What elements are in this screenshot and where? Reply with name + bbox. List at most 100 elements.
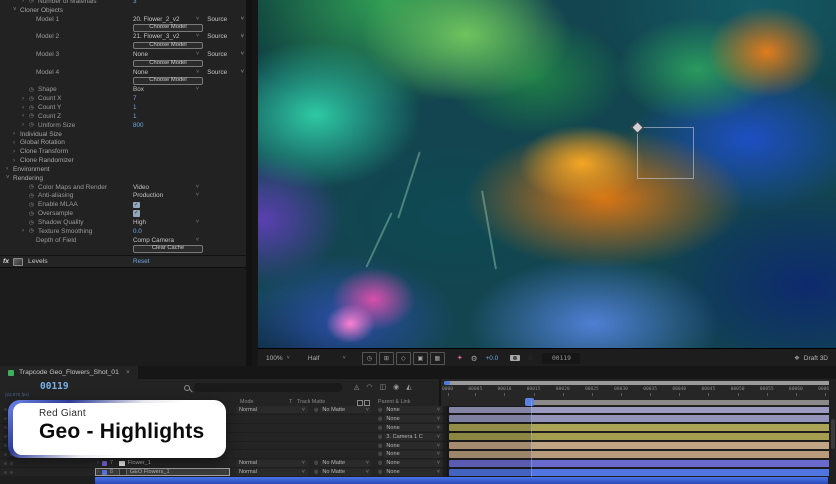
chevron-down-icon[interactable] bbox=[241, 34, 244, 40]
pickwhip-icon[interactable] bbox=[314, 460, 318, 466]
twirl-icon[interactable]: › bbox=[22, 105, 29, 111]
effect-row[interactable]: Color Maps and Render Video Video Video bbox=[0, 183, 246, 192]
lock-icon[interactable] bbox=[10, 471, 13, 474]
time-navigator-handle[interactable] bbox=[444, 381, 450, 385]
eye-icon[interactable] bbox=[4, 462, 7, 465]
property-value[interactable]: 3 bbox=[133, 0, 137, 5]
3d-view-axis-icon[interactable] bbox=[457, 354, 463, 362]
choose-model-button[interactable]: Choose Model bbox=[133, 42, 203, 49]
property-dropdown[interactable]: Video bbox=[133, 184, 199, 191]
effect-row[interactable]: Depth of Field Comp Camera Comp Camera C… bbox=[0, 236, 246, 245]
chevron-down-icon[interactable] bbox=[241, 69, 244, 75]
stopwatch-icon[interactable] bbox=[29, 87, 38, 93]
effect-row[interactable]: Model 4 None None Source None bbox=[0, 68, 246, 77]
snapshot-camera-icon[interactable] bbox=[510, 355, 520, 362]
track-matte-column-header[interactable]: Track Matte bbox=[297, 399, 325, 405]
parent-link-cell[interactable]: 3. Camera 1 C bbox=[378, 433, 442, 440]
preview-frame-field[interactable]: 00119 bbox=[542, 353, 580, 364]
chevron-down-icon[interactable] bbox=[241, 51, 244, 57]
layer-name-cell[interactable]: 8 GEO Flowers_1 bbox=[95, 468, 230, 476]
property-value[interactable]: 1 bbox=[133, 113, 137, 120]
twirl-icon[interactable]: › bbox=[22, 113, 29, 119]
effect-row[interactable]: › Count X 7 7 7 bbox=[0, 94, 246, 103]
pickwhip-icon[interactable] bbox=[378, 451, 382, 457]
twirl-icon[interactable]: › bbox=[13, 140, 20, 146]
resolution-dropdown[interactable]: Half bbox=[308, 355, 346, 362]
selected-layer-bar[interactable] bbox=[95, 477, 828, 484]
effect-row[interactable]: Clear Cache Clear Cache Clear Cache bbox=[0, 245, 246, 254]
pickwhip-icon[interactable] bbox=[378, 443, 382, 449]
effect-row[interactable]: › Uniform Size 800 800 800 bbox=[0, 121, 246, 130]
mode-column-header[interactable]: Mode bbox=[240, 399, 254, 405]
mode-dropdown[interactable]: Normal bbox=[236, 460, 308, 467]
effect-row[interactable]: ˅ Rendering bbox=[0, 174, 246, 183]
twirl-icon[interactable]: › bbox=[22, 0, 29, 4]
parent-link-cell[interactable]: None bbox=[378, 415, 442, 422]
source-dropdown[interactable]: Source bbox=[207, 51, 244, 58]
parent-dropdown[interactable]: 3. Camera 1 C bbox=[384, 433, 442, 440]
shy-layers-icon[interactable] bbox=[366, 383, 372, 391]
pickwhip-icon[interactable] bbox=[378, 425, 382, 431]
parent-link-cell[interactable]: None bbox=[378, 424, 442, 431]
time-navigator-bar[interactable] bbox=[444, 381, 830, 385]
property-dropdown[interactable]: Production bbox=[133, 192, 199, 199]
stopwatch-icon[interactable] bbox=[29, 193, 38, 199]
source-dropdown[interactable]: Source bbox=[207, 33, 244, 40]
eye-icon[interactable] bbox=[4, 426, 7, 429]
work-area-bar[interactable] bbox=[531, 400, 832, 405]
effect-row[interactable]: › Environment bbox=[0, 165, 246, 174]
effect-row[interactable]: › Individual Size bbox=[0, 130, 246, 139]
property-value[interactable]: 7 bbox=[133, 95, 137, 102]
composition-viewport[interactable] bbox=[258, 0, 836, 348]
eye-icon[interactable] bbox=[4, 471, 7, 474]
stopwatch-icon[interactable] bbox=[29, 113, 38, 119]
choose-model-button[interactable]: Choose Model bbox=[133, 24, 203, 31]
eye-icon[interactable] bbox=[4, 408, 7, 411]
parent-link-cell[interactable]: None bbox=[378, 460, 442, 467]
current-time-field[interactable]: 00119 bbox=[40, 381, 69, 392]
track-matte-dropdown[interactable]: No Matte bbox=[320, 469, 371, 476]
mask-visibility-icon[interactable] bbox=[396, 352, 411, 365]
parent-link-cell[interactable]: None bbox=[378, 406, 442, 413]
parent-link-column-header[interactable]: Parent & Link bbox=[378, 399, 410, 405]
selection-rectangle[interactable] bbox=[637, 127, 694, 179]
choose-model-button[interactable]: Choose Model bbox=[133, 77, 203, 84]
parent-dropdown[interactable]: None bbox=[384, 442, 442, 449]
transparency-grid-icon[interactable] bbox=[430, 352, 445, 365]
effect-row[interactable]: Choose Model Choose Model Choose Model bbox=[0, 77, 246, 86]
layer-name-cell[interactable]: 7 Flower_1 bbox=[95, 459, 230, 467]
effect-row[interactable]: Choose Model Choose Model Choose Model bbox=[0, 59, 246, 68]
label-color-swatch[interactable] bbox=[102, 461, 107, 466]
parent-dropdown[interactable]: None bbox=[384, 451, 442, 458]
twirl-icon[interactable]: › bbox=[22, 228, 29, 234]
scrollbar-thumb[interactable] bbox=[831, 419, 835, 449]
playhead-handle[interactable] bbox=[525, 398, 534, 406]
eye-icon[interactable] bbox=[4, 417, 7, 420]
track-matte-dropdown[interactable]: No Matte bbox=[320, 460, 371, 467]
lock-icon[interactable] bbox=[10, 462, 13, 465]
effect-row[interactable]: Oversample bbox=[0, 209, 246, 218]
close-icon[interactable]: × bbox=[126, 369, 130, 376]
property-dropdown[interactable]: High bbox=[133, 219, 199, 226]
property-dropdown[interactable]: Box bbox=[133, 86, 199, 93]
parent-link-cell[interactable]: None bbox=[378, 442, 442, 449]
parent-dropdown[interactable]: None bbox=[384, 460, 442, 467]
property-dropdown[interactable]: Comp Camera bbox=[133, 237, 199, 244]
pickwhip-icon[interactable] bbox=[378, 407, 382, 413]
property-value[interactable]: 800 bbox=[133, 122, 144, 129]
mini-flowchart-icon[interactable] bbox=[354, 383, 359, 391]
choose-model-button[interactable]: Clear Cache bbox=[133, 245, 203, 252]
region-of-interest-icon[interactable] bbox=[413, 352, 428, 365]
graph-editor-icon[interactable] bbox=[406, 383, 411, 391]
search-input[interactable] bbox=[194, 383, 342, 392]
stopwatch-icon[interactable] bbox=[29, 122, 38, 128]
parent-dropdown[interactable]: None bbox=[384, 424, 442, 431]
property-dropdown[interactable]: None bbox=[133, 69, 199, 76]
checkbox[interactable] bbox=[133, 210, 140, 217]
playhead-line[interactable] bbox=[531, 400, 532, 477]
effect-row[interactable]: › Global Rotation bbox=[0, 139, 246, 148]
time-ruler[interactable]: 0000000050001000015000200002500030000350… bbox=[440, 379, 836, 406]
effect-row[interactable]: Choose Model Choose Model Choose Model bbox=[0, 41, 246, 50]
effect-row[interactable]: Enable MLAA bbox=[0, 200, 246, 209]
property-dropdown[interactable]: None bbox=[133, 51, 199, 58]
